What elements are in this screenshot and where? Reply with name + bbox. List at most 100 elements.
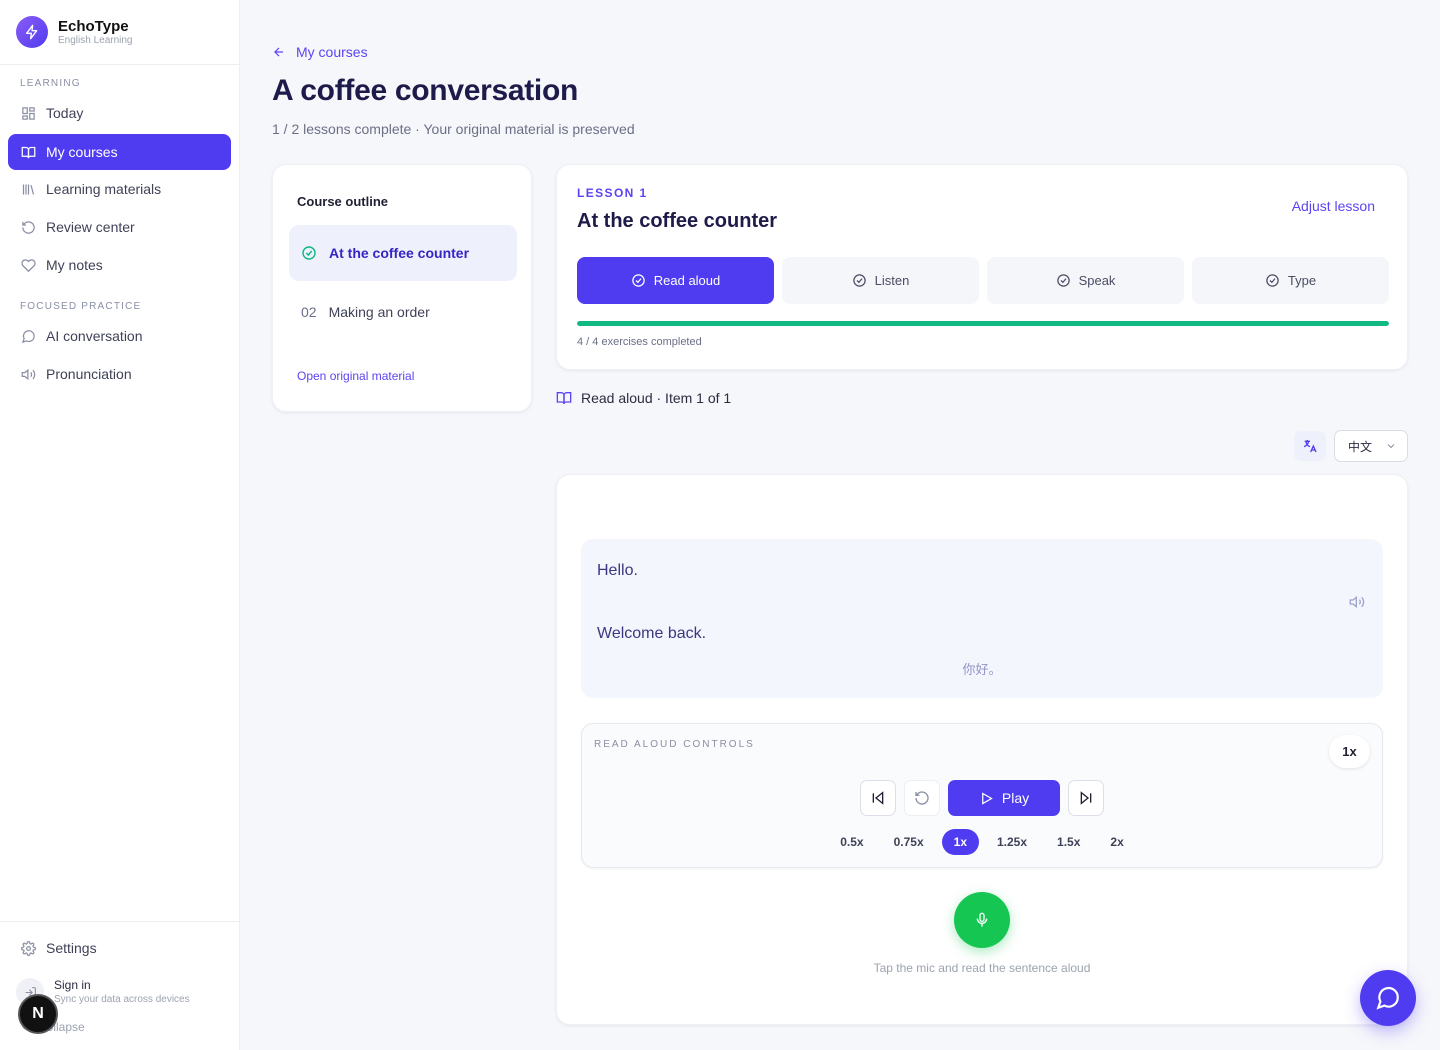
speed-option-0-5x[interactable]: 0.5x — [828, 829, 875, 855]
sign-in-subtitle: Sync your data across devices — [54, 994, 190, 1005]
sidebar-item-label: My notes — [46, 257, 103, 273]
language-select[interactable]: 中文 — [1334, 430, 1408, 462]
tab-read-aloud[interactable]: Read aloud — [577, 257, 774, 304]
dev-badge[interactable]: N — [18, 994, 58, 1034]
mic-hint: Tap the mic and read the sentence aloud — [873, 961, 1091, 975]
sidebar-item-my-notes[interactable]: My notes — [8, 247, 231, 283]
sidebar-item-pronunciation[interactable]: Pronunciation — [8, 356, 231, 392]
translate-icon — [1302, 438, 1318, 454]
tab-speak[interactable]: Speak — [987, 257, 1184, 304]
play-icon — [979, 791, 994, 806]
current-speed-badge[interactable]: 1x — [1329, 735, 1370, 768]
replay-button[interactable] — [904, 780, 940, 816]
check-circle-icon — [301, 245, 317, 261]
bolt-icon — [16, 16, 48, 48]
mic-icon — [974, 912, 990, 928]
item-header: Read aloud · Item 1 of 1 — [556, 390, 731, 406]
tab-label: Listen — [874, 273, 910, 288]
arrow-left-icon — [272, 45, 286, 59]
skip-forward-button[interactable] — [1068, 780, 1104, 816]
check-circle-icon — [1265, 273, 1280, 288]
brand-tagline: English Learning — [58, 34, 133, 46]
message-circle-icon — [20, 328, 36, 344]
lesson-progress-bar — [577, 321, 1389, 326]
breadcrumb-label: My courses — [296, 44, 368, 60]
page-title: A coffee conversation — [272, 74, 579, 107]
lesson-progress-fill — [577, 321, 1389, 326]
sidebar-item-learning-materials[interactable]: Learning materials — [8, 171, 231, 207]
library-icon — [20, 181, 36, 197]
exercise-card: Hello. Welcome back. 你好。 READ ALOUD CONT… — [556, 474, 1408, 1025]
settings-button[interactable]: Settings — [8, 930, 231, 966]
brand[interactable]: EchoType English Learning — [0, 0, 239, 65]
course-outline-title: Course outline — [297, 194, 389, 209]
sentence-translation: 你好。 — [962, 662, 1002, 677]
adjust-lesson-link[interactable]: Adjust lesson — [1292, 198, 1375, 214]
item-header-label: Read aloud · Item 1 of 1 — [581, 390, 732, 406]
breadcrumb-back-link[interactable]: My courses — [272, 44, 368, 60]
sentence-box: Hello. Welcome back. 你好。 — [581, 539, 1383, 698]
sidebar-item-my-courses[interactable]: My courses — [8, 134, 231, 170]
check-circle-icon — [852, 273, 867, 288]
outline-lesson-1[interactable]: At the coffee counter — [289, 225, 517, 281]
tab-label: Type — [1287, 273, 1317, 288]
mic-button[interactable] — [954, 892, 1010, 948]
skip-forward-icon — [1078, 790, 1094, 806]
book-open-icon — [556, 390, 572, 406]
chevron-down-icon — [1385, 440, 1397, 452]
outline-lesson-2[interactable]: 02 Making an order — [289, 284, 517, 340]
mode-tabs: Read aloud Listen Speak Type — [577, 257, 1389, 304]
lesson-title: At the coffee counter — [577, 210, 778, 232]
brand-name: EchoType — [58, 17, 129, 35]
sidebar-item-review-center[interactable]: Review center — [8, 209, 231, 245]
volume-icon — [20, 366, 36, 382]
rotate-ccw-icon — [20, 219, 36, 235]
speed-option-1-5x[interactable]: 1.5x — [1045, 829, 1092, 855]
translate-toggle-button[interactable] — [1294, 431, 1326, 461]
language-select-value: 中文 — [1348, 439, 1373, 454]
sidebar: EchoType English Learning LEARNING Today… — [0, 0, 240, 1050]
speed-option-2x[interactable]: 2x — [1098, 829, 1135, 855]
skip-back-button[interactable] — [860, 780, 896, 816]
tab-type[interactable]: Type — [1192, 257, 1389, 304]
sentence-text[interactable]: Welcome back. — [597, 625, 706, 643]
lesson-kicker: LESSON 1 — [577, 186, 648, 200]
outline-lesson-label: Making an order — [328, 304, 430, 320]
tab-label: Read aloud — [653, 273, 721, 288]
skip-back-icon — [870, 790, 886, 806]
open-original-material-link[interactable]: Open original material — [297, 369, 414, 383]
check-circle-icon — [1056, 273, 1071, 288]
rotate-ccw-icon — [914, 790, 930, 806]
book-open-icon — [20, 144, 36, 160]
sidebar-item-label: Pronunciation — [46, 366, 132, 382]
speaker-icon[interactable] — [1349, 594, 1365, 610]
play-label: Play — [1001, 790, 1030, 806]
page-subtitle: 1 / 2 lessons complete · Your original m… — [272, 121, 635, 137]
settings-label: Settings — [46, 940, 97, 956]
controls-label: READ ALOUD CONTROLS — [594, 739, 755, 750]
sidebar-item-label: AI conversation — [46, 328, 143, 344]
sidebar-item-today[interactable]: Today — [8, 95, 231, 131]
lesson-card: LESSON 1 At the coffee counter Adjust le… — [556, 164, 1408, 370]
check-circle-icon — [631, 273, 646, 288]
message-circle-icon — [1375, 985, 1401, 1011]
speed-options: 0.5x 0.75x 1x 1.25x 1.5x 2x — [582, 829, 1382, 855]
chat-fab-button[interactable] — [1360, 970, 1416, 1026]
sidebar-item-label: Today — [46, 105, 84, 121]
section-label-learning: LEARNING — [20, 78, 81, 89]
outline-lesson-number: 02 — [301, 304, 317, 320]
sidebar-item-label: Review center — [46, 219, 135, 235]
sentence-text[interactable]: Hello. — [597, 562, 638, 580]
speed-option-1-25x[interactable]: 1.25x — [985, 829, 1039, 855]
course-outline-card: Course outline At the coffee counter 02 … — [272, 164, 532, 412]
tab-listen[interactable]: Listen — [782, 257, 979, 304]
sidebar-item-label: Learning materials — [46, 181, 162, 197]
tab-label: Speak — [1078, 273, 1116, 288]
gear-icon — [20, 940, 36, 956]
speed-option-0-75x[interactable]: 0.75x — [882, 829, 936, 855]
outline-lesson-label: At the coffee counter — [329, 245, 470, 261]
read-aloud-controls: READ ALOUD CONTROLS 1x Play 0.5x 0.75x 1… — [581, 723, 1383, 868]
play-button[interactable]: Play — [948, 780, 1060, 816]
sidebar-item-ai-conversation[interactable]: AI conversation — [8, 318, 231, 354]
speed-option-1x[interactable]: 1x — [941, 829, 979, 855]
